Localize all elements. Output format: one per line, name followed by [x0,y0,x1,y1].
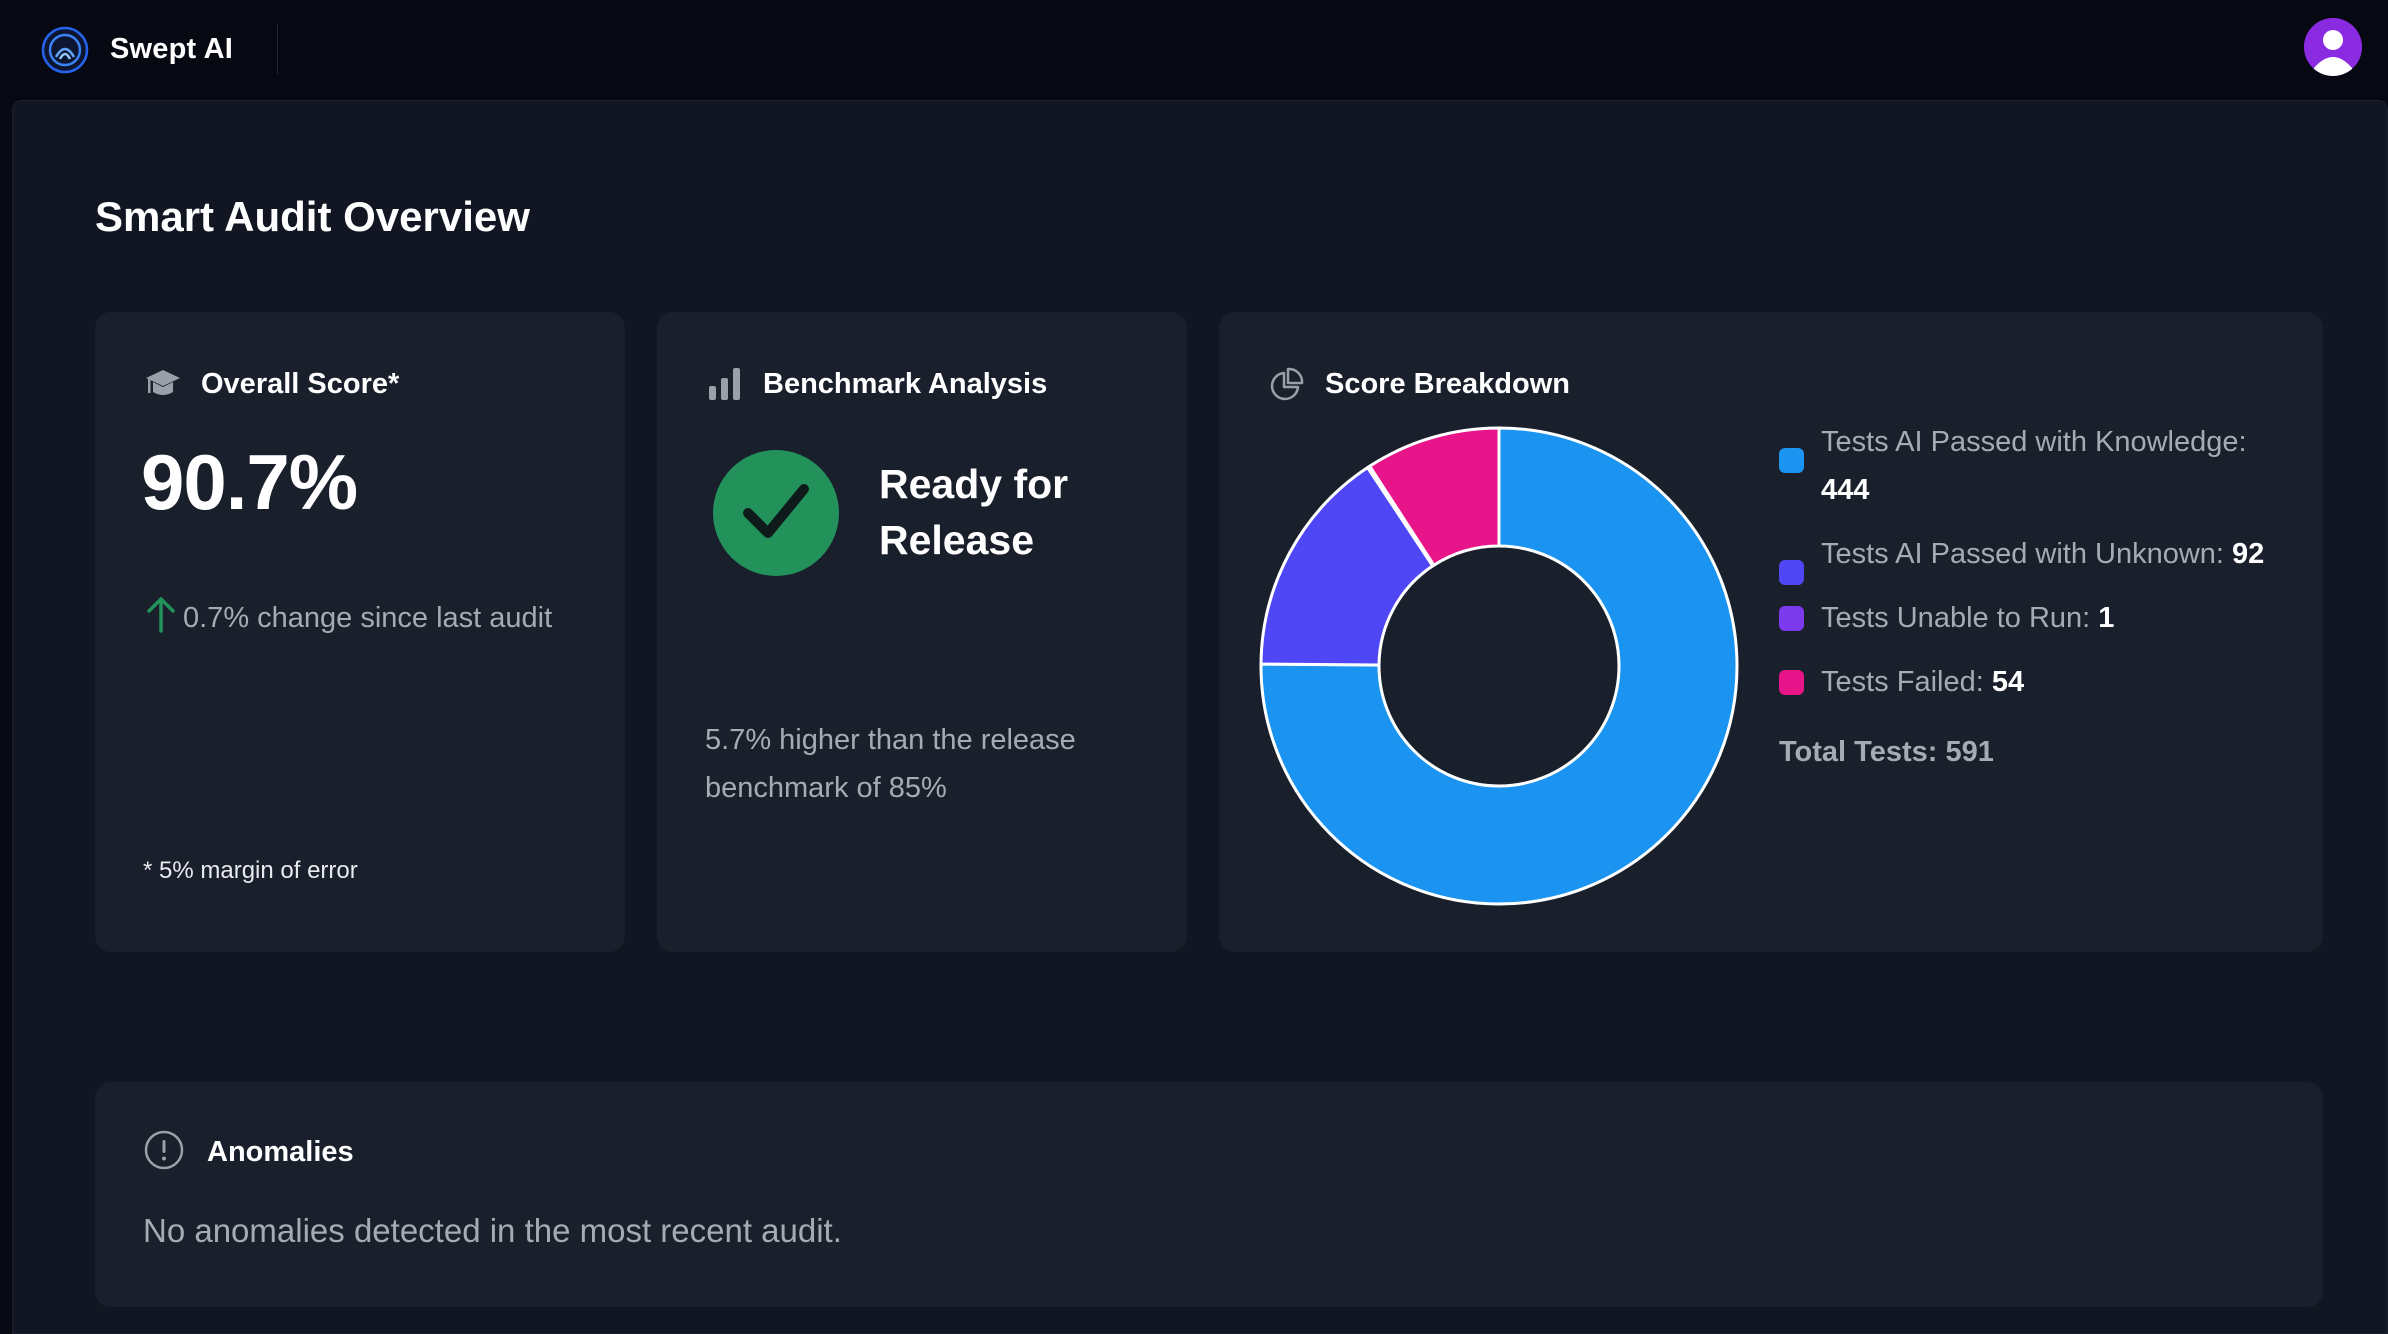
legend-swatch [1779,606,1804,631]
page-title: Smart Audit Overview [95,193,530,240]
total-tests: Total Tests: 591 [1779,736,2279,769]
legend-value: 444 [1821,474,1870,506]
legend-item-passed-knowledge: Tests AI Passed with Knowledge: 444 [1779,418,2279,514]
anomalies-card: Anomalies No anomalies detected in the m… [95,1082,2323,1307]
checkmark-icon [736,471,816,556]
release-status: Ready for Release [879,461,1069,563]
total-tests-value: 591 [1945,736,1994,768]
margin-of-error-note: * 5% margin of error [143,857,358,884]
overall-score-card: Overall Score* 90.7% 0.7% change since l… [95,312,625,952]
release-status-badge [713,450,839,576]
legend-item-passed-unknown: Tests AI Passed with Unknown: 92 [1779,530,2279,585]
brand-divider [277,24,278,74]
pie-chart-icon [1267,364,1307,404]
total-tests-label: Total Tests: [1779,736,1946,768]
benchmark-header: Benchmark Analysis [705,364,1047,404]
score-change-text: 0.7% change since last audit [183,601,553,634]
main-panel: Smart Audit Overview Overall Score* 90.7… [12,100,2388,1334]
legend-value: 92 [2232,538,2265,570]
legend-item-failed: Tests Failed: 54 [1779,658,2279,706]
legend-value: 54 [1991,666,2025,698]
score-breakdown-header: Score Breakdown [1267,364,1570,404]
legend-swatch [1779,448,1804,473]
benchmark-heading: Benchmark Analysis [763,367,1048,400]
overall-score-heading: Overall Score* [201,367,400,400]
benchmark-description: 5.7% higher than the release benchmark o… [705,724,1076,804]
score-breakdown-card: Score Breakdown Tests AI Passed with Kno… [1219,312,2323,952]
legend-label: Tests AI Passed with Knowledge: [1821,426,2247,458]
alert-circle-icon [143,1129,185,1176]
brand-name[interactable]: Swept AI [110,30,233,68]
legend-item-unable-to-run: Tests Unable to Run: 1 [1779,594,2279,642]
overall-score-header: Overall Score* [143,364,399,404]
legend-label: Tests AI Passed with Unknown: [1821,538,2233,570]
legend-label: Tests Unable to Run: [1821,602,2099,634]
legend-swatch [1779,560,1804,585]
overall-score-value: 90.7% [141,438,358,526]
score-legend: Tests AI Passed with Knowledge: 444 Test… [1779,418,2279,769]
legend-swatch [1779,670,1804,695]
score-change: 0.7% change since last audit [145,595,552,641]
user-avatar-icon[interactable] [2304,18,2362,76]
anomalies-heading: Anomalies [207,1135,354,1168]
score-donut-chart [1259,426,1739,906]
bar-chart-icon [705,364,745,404]
benchmark-card: Benchmark Analysis Ready for Release 5.7… [657,312,1187,952]
swept-ai-logo-icon[interactable] [40,25,90,75]
legend-label: Tests Failed: [1821,666,1992,698]
score-breakdown-heading: Score Breakdown [1325,367,1570,400]
top-bar: Swept AI [0,0,2388,100]
legend-value: 1 [2098,602,2115,634]
arrow-up-icon [145,595,177,641]
graduation-cap-icon [143,364,183,404]
anomalies-header: Anomalies [143,1130,354,1174]
anomalies-message: No anomalies detected in the most recent… [143,1212,842,1249]
